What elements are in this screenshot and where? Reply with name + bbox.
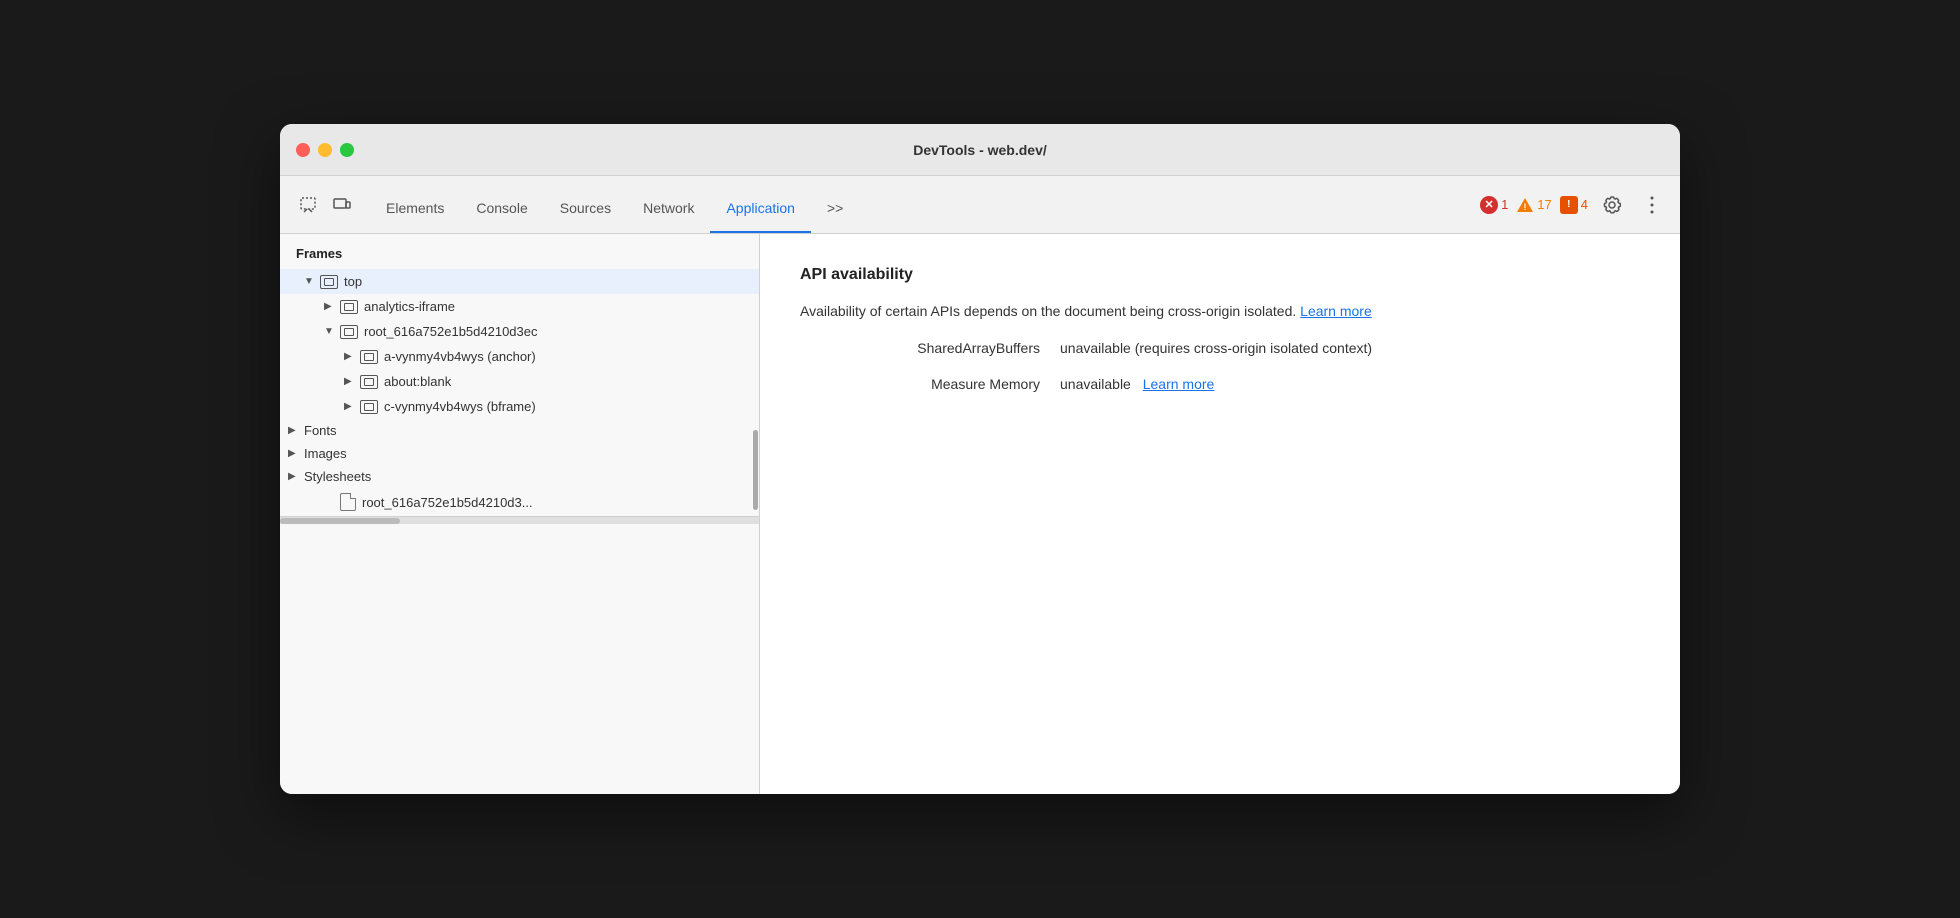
- api-table: SharedArrayBuffers unavailable (requires…: [800, 340, 1640, 392]
- tab-elements[interactable]: Elements: [370, 185, 460, 233]
- arrow-collapsed-icon: ▶: [344, 351, 360, 362]
- arrow-collapsed-icon: ▶: [344, 401, 360, 412]
- shared-array-buffers-row: SharedArrayBuffers unavailable (requires…: [800, 340, 1640, 356]
- error-icon: ✕: [1480, 196, 1498, 214]
- window-controls: [296, 143, 354, 157]
- panel-inner: API availability Availability of certain…: [760, 234, 1680, 492]
- frame-icon: [360, 400, 378, 414]
- toolbar-icons: [292, 189, 358, 221]
- tab-console[interactable]: Console: [460, 185, 543, 233]
- measure-memory-label: Measure Memory: [800, 376, 1060, 392]
- vertical-scrollbar[interactable]: [751, 234, 759, 794]
- toolbar: Elements Console Sources Network Applica…: [280, 176, 1680, 234]
- scrollbar-thumb: [753, 430, 758, 510]
- frame-icon: [340, 300, 358, 314]
- toolbar-right: ✕ 1 ! 17 ! 4: [1480, 189, 1668, 221]
- window-title: DevTools - web.dev/: [913, 142, 1047, 158]
- arrow-icon: ▼: [304, 276, 320, 287]
- frame-icon: [320, 275, 338, 289]
- warning-icon: !: [1516, 197, 1534, 213]
- frames-header: Frames: [280, 234, 759, 269]
- inspect-icon[interactable]: [292, 189, 324, 221]
- responsive-icon[interactable]: [326, 189, 358, 221]
- sidebar-item-images[interactable]: ▶ Images: [280, 442, 759, 465]
- shared-array-buffers-value: unavailable (requires cross-origin isola…: [1060, 340, 1372, 356]
- minimize-button[interactable]: [318, 143, 332, 157]
- arrow-collapsed-icon: ▶: [344, 376, 360, 387]
- api-availability-section: API availability Availability of certain…: [800, 266, 1640, 436]
- measure-memory-value: unavailable Learn more: [1060, 376, 1214, 392]
- sidebar-item-root-file[interactable]: root_616a752e1b5d4210d3...: [280, 488, 759, 516]
- info-badge[interactable]: ! 4: [1560, 196, 1588, 214]
- tab-network[interactable]: Network: [627, 185, 710, 233]
- tab-sources[interactable]: Sources: [544, 185, 627, 233]
- arrow-collapsed-icon: ▶: [324, 301, 340, 312]
- error-badge[interactable]: ✕ 1: [1480, 196, 1508, 214]
- sidebar-item-fonts[interactable]: ▶ Fonts: [280, 419, 759, 442]
- svg-text:!: !: [1524, 202, 1527, 212]
- measure-memory-learn-more-link[interactable]: Learn more: [1143, 376, 1215, 392]
- sidebar-item-root-frame[interactable]: ▼ root_616a752e1b5d4210d3ec: [280, 319, 759, 344]
- main-content: Frames ▼ top ▶ analytics-iframe ▼ root_6…: [280, 234, 1680, 794]
- api-description: Availability of certain APIs depends on …: [800, 300, 1640, 324]
- warning-badge[interactable]: ! 17: [1516, 197, 1551, 213]
- more-options-icon[interactable]: [1636, 189, 1668, 221]
- info-icon: !: [1560, 196, 1578, 214]
- file-icon: [340, 493, 356, 511]
- sidebar-item-stylesheets[interactable]: ▶ Stylesheets: [280, 465, 759, 488]
- titlebar: DevTools - web.dev/: [280, 124, 1680, 176]
- devtools-window: DevTools - web.dev/ Elements: [280, 124, 1680, 794]
- arrow-icon: ▼: [324, 326, 340, 337]
- learn-more-link[interactable]: Learn more: [1300, 303, 1372, 319]
- arrow-collapsed-icon: ▶: [288, 471, 304, 482]
- settings-icon[interactable]: [1596, 189, 1628, 221]
- tab-application[interactable]: Application: [710, 185, 811, 233]
- tab-bar: Elements Console Sources Network Applica…: [370, 176, 1476, 233]
- sidebar-item-analytics-iframe[interactable]: ▶ analytics-iframe: [280, 294, 759, 319]
- arrow-collapsed-icon: ▶: [288, 425, 304, 436]
- maximize-button[interactable]: [340, 143, 354, 157]
- sidebar-item-top[interactable]: ▼ top: [280, 269, 759, 294]
- sidebar-item-c-bframe[interactable]: ▶ c-vynmy4vb4wys (bframe): [280, 394, 759, 419]
- frame-icon: [340, 325, 358, 339]
- arrow-collapsed-icon: ▶: [288, 448, 304, 459]
- sidebar-item-a-anchor[interactable]: ▶ a-vynmy4vb4wys (anchor): [280, 344, 759, 369]
- main-panel: API availability Availability of certain…: [760, 234, 1680, 794]
- close-button[interactable]: [296, 143, 310, 157]
- sidebar: Frames ▼ top ▶ analytics-iframe ▼ root_6…: [280, 234, 760, 794]
- tab-more[interactable]: >>: [811, 185, 859, 233]
- shared-array-buffers-label: SharedArrayBuffers: [800, 340, 1060, 356]
- horizontal-scrollbar[interactable]: [280, 516, 759, 524]
- measure-memory-row: Measure Memory unavailable Learn more: [800, 376, 1640, 392]
- scrollbar-thumb: [280, 518, 400, 524]
- frame-icon: [360, 350, 378, 364]
- frame-icon: [360, 375, 378, 389]
- api-section-title: API availability: [800, 266, 1640, 284]
- sidebar-item-about-blank[interactable]: ▶ about:blank: [280, 369, 759, 394]
